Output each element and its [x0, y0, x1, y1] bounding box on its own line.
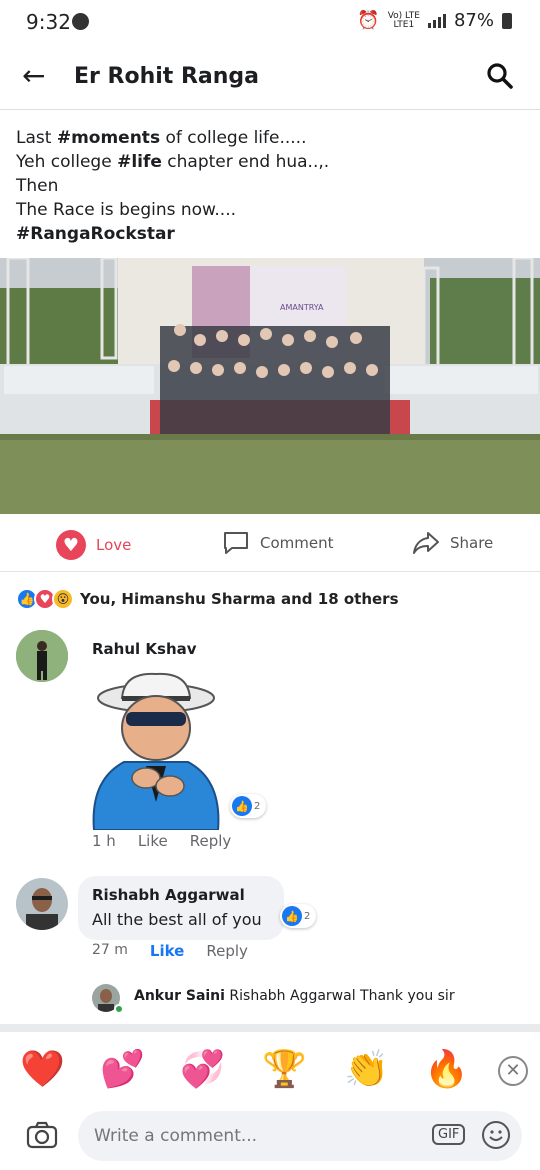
comment-author[interactable]: Rishabh Aggarwal: [92, 886, 245, 904]
divider: [0, 1024, 540, 1032]
comment-reply-button[interactable]: Reply: [190, 832, 232, 850]
comment-text: All the best all of you: [92, 910, 262, 929]
heart-emoji[interactable]: ❤️: [20, 1046, 65, 1094]
comment-like-button[interactable]: Like: [150, 942, 184, 960]
love-label: Love: [96, 536, 132, 554]
search-icon[interactable]: [486, 62, 514, 90]
share-button[interactable]: Share: [412, 530, 493, 556]
love-icon: ♥: [56, 530, 86, 560]
comment-bubble[interactable]: Rishabh Aggarwal All the best all of you: [78, 876, 284, 940]
like-count: 2: [304, 910, 311, 922]
reply-preview[interactable]: Ankur Saini Rishabh Aggarwal Thank you s…: [134, 988, 455, 1004]
comment-button[interactable]: Comment: [222, 530, 334, 556]
comment-like-button[interactable]: Like: [138, 832, 168, 850]
like-badge-icon: 👍: [282, 906, 302, 926]
reply-text: Rishabh Aggarwal Thank you sir: [229, 988, 455, 1004]
sticker-old-man-clapping: [92, 672, 220, 831]
gif-button[interactable]: GIF: [432, 1124, 466, 1145]
post-photo[interactable]: AMANTRYA: [0, 258, 540, 514]
revolving-hearts-emoji[interactable]: 💞: [180, 1046, 225, 1094]
comment-like-count[interactable]: 👍 2: [230, 794, 267, 818]
close-icon[interactable]: ✕: [498, 1056, 528, 1086]
battery-icon: [502, 12, 512, 29]
comment-sticker[interactable]: [84, 670, 224, 831]
hashtag[interactable]: #RangaRockstar: [16, 224, 175, 244]
post-text-part: chapter end hua..,.: [161, 152, 330, 172]
comment-time: 27 m: [92, 942, 128, 958]
two-hearts-emoji[interactable]: 💕: [100, 1046, 145, 1094]
signal-icon: [427, 13, 446, 28]
post-line: Last #moments of college life.....: [16, 126, 526, 150]
smile-face: [489, 1130, 503, 1141]
clapping-emoji[interactable]: 👏: [344, 1046, 389, 1094]
back-arrow-icon[interactable]: ←: [22, 62, 45, 90]
post-text-part: Yeh college: [16, 152, 118, 172]
online-indicator: [114, 1004, 124, 1014]
camera-icon[interactable]: [26, 1121, 58, 1149]
avatar[interactable]: [16, 878, 68, 930]
hashtag[interactable]: #moments: [57, 128, 160, 148]
comment-time: 1 h: [92, 832, 116, 850]
reactions-text: You, Himanshu Sharma and 18 others: [80, 590, 399, 608]
post-line: The Race is begins now....: [16, 200, 237, 220]
trophy-emoji[interactable]: 🏆: [262, 1046, 307, 1094]
post-line: Yeh college #life chapter end hua..,.: [16, 150, 526, 174]
avatar[interactable]: [16, 630, 68, 682]
post-line: Then: [16, 176, 59, 196]
battery-percent: 87%: [453, 10, 494, 31]
hashtag[interactable]: #life: [117, 152, 162, 172]
comment-author[interactable]: Rahul Kshav: [92, 640, 197, 658]
comment-label: Comment: [260, 534, 334, 552]
share-icon: [413, 532, 439, 554]
status-time: 9:32: [26, 10, 71, 34]
emoji-picker-icon[interactable]: [482, 1121, 510, 1149]
emoji-bar: ❤️ 💕 💞 🏆 👏 🔥: [0, 1032, 540, 1112]
notification-icon: [72, 13, 89, 30]
reactions-summary[interactable]: 👍 ♥ 😮 You, Himanshu Sharma and 18 others: [16, 588, 399, 610]
comment-meta: 1 h Like Reply: [92, 832, 231, 850]
fire-emoji[interactable]: 🔥: [424, 1046, 469, 1094]
comment-meta: 27 m Like Reply: [92, 942, 248, 960]
comment-icon: [224, 532, 248, 554]
love-button[interactable]: ♥ Love: [56, 530, 131, 560]
network-sub-label: LTE1: [393, 19, 415, 30]
post-text-part: Last: [16, 128, 57, 148]
reply-author: Ankur Saini: [134, 988, 225, 1004]
header: ← Er Rohit Ranga: [0, 44, 540, 110]
comment-composer: GIF: [0, 1106, 540, 1170]
comment-reply-button[interactable]: Reply: [206, 942, 248, 960]
group-photo-illustration: AMANTRYA: [0, 258, 540, 514]
like-count: 2: [254, 800, 261, 812]
wow-reaction-icon: 😮: [52, 588, 74, 610]
like-badge-icon: 👍: [232, 796, 252, 816]
post-line: #RangaRockstar: [16, 222, 526, 246]
photo-banner-text: AMANTRYA: [280, 303, 324, 312]
avatar-image: [16, 630, 68, 682]
post-text: Last #moments of college life..... Yeh c…: [16, 126, 526, 246]
page-title: Er Rohit Ranga: [74, 64, 260, 89]
post-text-part: of college life.....: [160, 128, 307, 148]
network-indicator: Vo) LTE LTE1: [388, 11, 420, 30]
post-actions: ♥ Love Comment Share: [0, 514, 540, 572]
status-bar: 9:32 ⏰ Vo) LTE LTE1 87%: [0, 0, 540, 44]
share-label: Share: [450, 534, 494, 552]
alarm-icon: ⏰: [357, 10, 380, 31]
comment-like-count[interactable]: 👍 2: [280, 904, 317, 928]
avatar-image: [16, 878, 68, 930]
